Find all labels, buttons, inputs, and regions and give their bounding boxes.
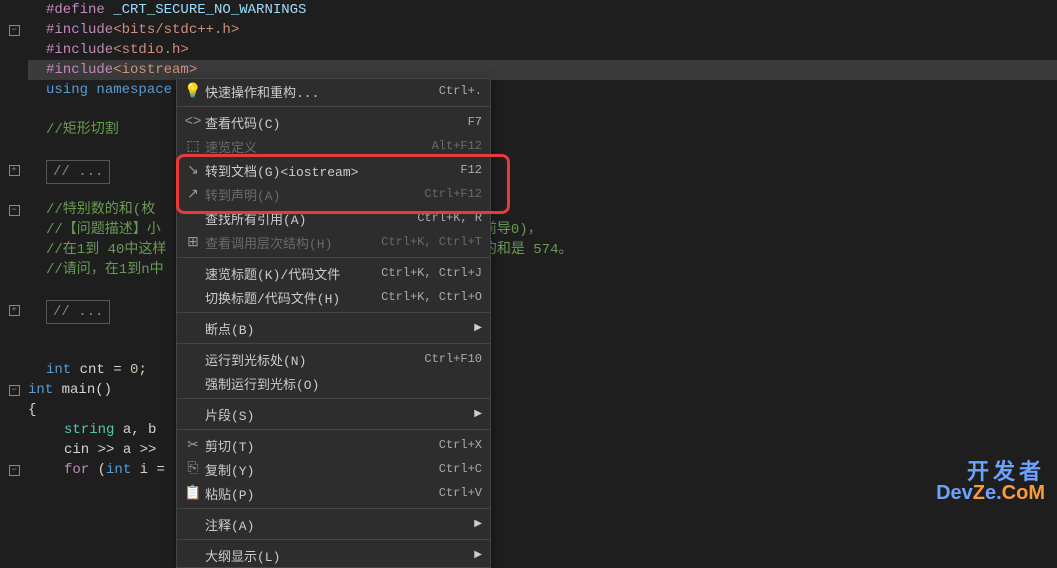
goto-icon: ↘ xyxy=(181,162,205,179)
code-line: #include<bits/stdc++.h> xyxy=(28,20,1057,40)
menu-paste[interactable]: 📋 粘贴(P) Ctrl+V xyxy=(177,481,490,505)
menu-label: 速览标题(K)/代码文件 xyxy=(205,264,371,283)
menu-separator xyxy=(177,398,490,399)
code-line-current: #include<iostream> xyxy=(28,60,1057,80)
menu-peek-def: ⬚ 速览定义 Alt+F12 xyxy=(177,134,490,158)
code-line: #define _CRT_SECURE_NO_WARNINGS xyxy=(28,0,1057,20)
code-line: #include<stdio.h> xyxy=(28,40,1057,60)
menu-outline[interactable]: 大纲显示(L) ▶ xyxy=(177,543,490,567)
menu-label: 快速操作和重构... xyxy=(205,82,429,101)
menu-shortcut: Ctrl+X xyxy=(439,438,482,452)
menu-shortcut: Ctrl+K, R xyxy=(417,211,482,225)
menu-goto-decl: ↗ 转到声明(A) Ctrl+F12 xyxy=(177,182,490,206)
menu-separator xyxy=(177,508,490,509)
menu-separator xyxy=(177,429,490,430)
code-icon: <> xyxy=(181,114,205,130)
menu-label: 片段(S) xyxy=(205,405,468,424)
menu-shortcut: Ctrl+K, Ctrl+J xyxy=(381,266,482,280)
menu-label: 复制(Y) xyxy=(205,460,429,479)
fold-toggle[interactable]: − xyxy=(9,465,20,476)
menu-toggle-header[interactable]: 切换标题/代码文件(H) Ctrl+K, Ctrl+O xyxy=(177,285,490,309)
menu-separator xyxy=(177,539,490,540)
menu-label: 查看调用层次结构(H) xyxy=(205,233,371,252)
peek-icon: ⬚ xyxy=(181,138,205,155)
watermark: 开发者 DevZe.CoM xyxy=(936,461,1045,503)
cut-icon: ✂ xyxy=(181,437,205,454)
menu-quick-actions[interactable]: 💡 快速操作和重构... Ctrl+. xyxy=(177,79,490,103)
menu-shortcut: Ctrl+K, Ctrl+O xyxy=(381,290,482,304)
menu-label: 查找所有引用(A) xyxy=(205,209,407,228)
menu-label: 粘贴(P) xyxy=(205,484,429,503)
menu-comment[interactable]: 注释(A) ▶ xyxy=(177,512,490,536)
menu-separator xyxy=(177,343,490,344)
menu-goto-doc[interactable]: ↘ 转到文档(G)<iostream> F12 xyxy=(177,158,490,182)
menu-label: 大纲显示(L) xyxy=(205,546,468,565)
menu-label: 转到声明(A) xyxy=(205,185,414,204)
decl-icon: ↗ xyxy=(181,186,205,203)
code-editor[interactable]: #define _CRT_SECURE_NO_WARNINGS − #inclu… xyxy=(0,0,1057,480)
menu-shortcut: Ctrl+K, Ctrl+T xyxy=(381,235,482,249)
submenu-arrow-icon: ▶ xyxy=(474,322,482,334)
menu-shortcut: Ctrl+F10 xyxy=(424,352,482,366)
menu-label: 断点(B) xyxy=(205,319,468,338)
menu-label: 强制运行到光标(O) xyxy=(205,374,482,393)
menu-shortcut: Ctrl+V xyxy=(439,486,482,500)
fold-toggle[interactable]: − xyxy=(9,205,20,216)
menu-copy[interactable]: ⎘ 复制(Y) Ctrl+C xyxy=(177,457,490,481)
menu-separator xyxy=(177,257,490,258)
menu-cut[interactable]: ✂ 剪切(T) Ctrl+X xyxy=(177,433,490,457)
copy-icon: ⎘ xyxy=(181,461,205,477)
context-menu: 💡 快速操作和重构... Ctrl+. <> 查看代码(C) F7 ⬚ 速览定义… xyxy=(176,78,491,568)
hierarchy-icon: ⊞ xyxy=(181,234,205,251)
paste-icon: 📋 xyxy=(181,485,205,502)
menu-breakpoint[interactable]: 断点(B) ▶ xyxy=(177,316,490,340)
menu-shortcut: Ctrl+C xyxy=(439,462,482,476)
menu-separator xyxy=(177,312,490,313)
menu-shortcut: Alt+F12 xyxy=(432,139,482,153)
menu-label: 速览定义 xyxy=(205,137,422,156)
menu-label: 查看代码(C) xyxy=(205,113,458,132)
submenu-arrow-icon: ▶ xyxy=(474,518,482,530)
fold-toggle[interactable]: − xyxy=(9,385,20,396)
fold-toggle[interactable]: − xyxy=(9,25,20,36)
menu-peek-header[interactable]: 速览标题(K)/代码文件 Ctrl+K, Ctrl+J xyxy=(177,261,490,285)
fold-toggle[interactable]: + xyxy=(9,165,20,176)
menu-label: 注释(A) xyxy=(205,515,468,534)
menu-shortcut: Ctrl+F12 xyxy=(424,187,482,201)
menu-shortcut: F7 xyxy=(468,115,482,129)
submenu-arrow-icon: ▶ xyxy=(474,549,482,561)
menu-shortcut: Ctrl+. xyxy=(439,84,482,98)
menu-call-hierarchy: ⊞ 查看调用层次结构(H) Ctrl+K, Ctrl+T xyxy=(177,230,490,254)
menu-label: 切换标题/代码文件(H) xyxy=(205,288,371,307)
watermark-text: 开发者 xyxy=(936,461,1045,483)
menu-label: 剪切(T) xyxy=(205,436,429,455)
menu-shortcut: F12 xyxy=(460,163,482,177)
menu-find-refs[interactable]: 查找所有引用(A) Ctrl+K, R xyxy=(177,206,490,230)
menu-run-to-cursor[interactable]: 运行到光标处(N) Ctrl+F10 xyxy=(177,347,490,371)
watermark-text: DevZe.CoM xyxy=(936,483,1045,503)
menu-separator xyxy=(177,106,490,107)
menu-view-code[interactable]: <> 查看代码(C) F7 xyxy=(177,110,490,134)
menu-label: 运行到光标处(N) xyxy=(205,350,414,369)
lightbulb-icon: 💡 xyxy=(181,83,205,100)
menu-force-run-to-cursor[interactable]: 强制运行到光标(O) xyxy=(177,371,490,395)
menu-snippet[interactable]: 片段(S) ▶ xyxy=(177,402,490,426)
menu-label: 转到文档(G)<iostream> xyxy=(205,161,450,180)
fold-toggle[interactable]: + xyxy=(9,305,20,316)
submenu-arrow-icon: ▶ xyxy=(474,408,482,420)
